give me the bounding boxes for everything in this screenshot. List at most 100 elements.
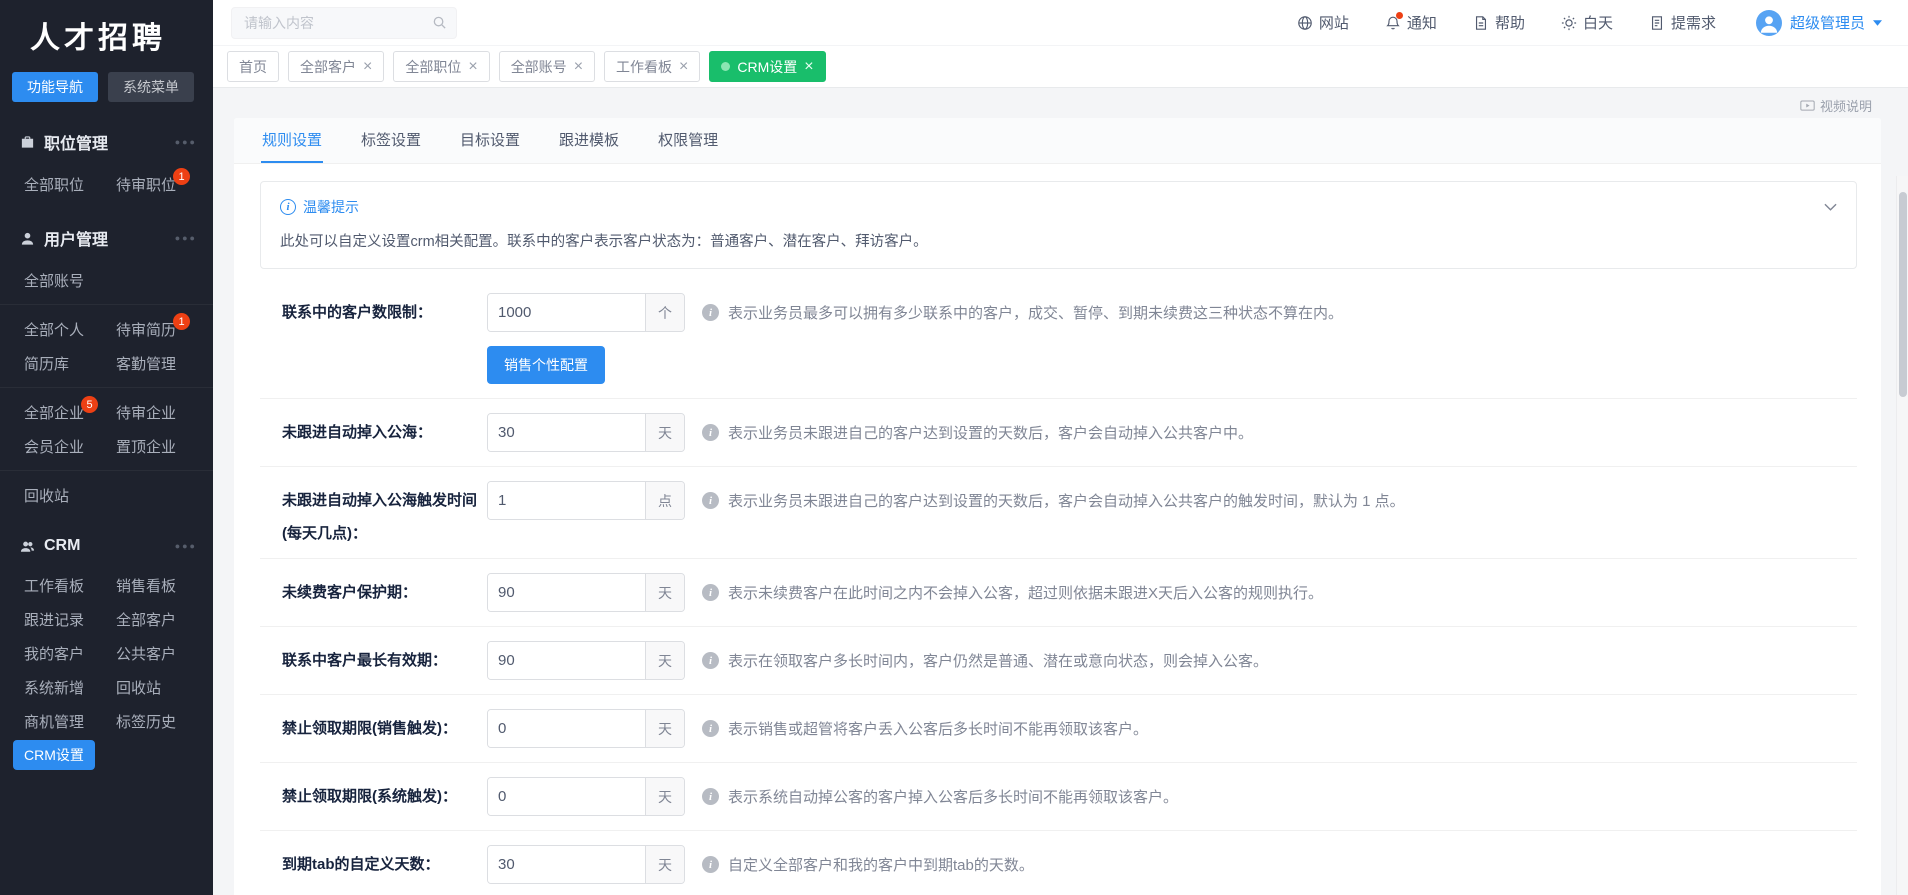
search-icon[interactable] [432, 15, 447, 30]
settings-tab[interactable]: 目标设置 [459, 118, 521, 163]
sidebar-item[interactable]: 全部客户 [116, 602, 213, 636]
user-menu[interactable]: 超级管理员 [1755, 9, 1882, 36]
close-tab-icon[interactable]: × [363, 58, 372, 75]
field-input[interactable] [488, 846, 645, 883]
chevron-down-icon[interactable] [1824, 203, 1837, 211]
section-title: 用户管理 [44, 232, 109, 249]
open-pages-tabbar: 首页 全部客户 × 全部职位 × 全部账号 × 工作看板 × CRM设置 × [213, 46, 1908, 88]
topbar-actions: 网站 通知 帮助 白天 提需求 [1297, 11, 1716, 33]
sidebar-item[interactable]: 待审简历 1 [116, 312, 213, 346]
app-window: 人才招聘 功能导航 系统菜单 职位管理 ●●● 全部职位 待审职位 1 用户管理 ●●● 全部账… [0, 0, 1908, 895]
section-more-icon[interactable]: ●●● [175, 137, 197, 147]
field-label: 联系中的客户数限制： [282, 304, 433, 321]
sidebar-item[interactable]: 客勤管理 [116, 346, 213, 380]
settings-tab[interactable]: 跟进模板 [558, 118, 620, 163]
unit-suffix: 天 [645, 846, 684, 883]
close-tab-icon[interactable]: × [804, 58, 813, 75]
topbar-action-1[interactable]: 通知 [1385, 11, 1437, 33]
sidebar-item[interactable]: 跟进记录 [24, 602, 116, 636]
sidebar-item[interactable]: 回收站 [116, 670, 213, 704]
close-tab-icon[interactable]: × [679, 58, 688, 75]
field-input[interactable] [488, 414, 645, 451]
close-tab-icon[interactable]: × [574, 58, 583, 75]
sidebar-group: 全部账号 [0, 256, 213, 305]
sidebar-section-header[interactable]: 职位管理 ●●● [0, 122, 213, 160]
sidebar-item[interactable]: 销售看板 [116, 568, 213, 602]
scrollbar[interactable] [1896, 176, 1908, 895]
topbar-action-4[interactable]: 提需求 [1649, 12, 1716, 33]
close-tab-icon[interactable]: × [468, 58, 477, 75]
sidebar-item[interactable]: 置顶企业 [116, 429, 213, 463]
field-input[interactable] [488, 574, 645, 611]
section-more-icon[interactable]: ●●● [175, 541, 197, 551]
field-line: 点 i 表示业务员未跟进自己的客户达到设置的天数后，客户会自动掉入公共客户的触发时间… [487, 481, 1857, 520]
sidebar-section-header[interactable]: CRM ●●● [0, 529, 213, 561]
field-input-group: 个 [487, 293, 685, 332]
field-label: 禁止领取期限(系统触发)： [282, 788, 457, 805]
sidebar-section-header[interactable]: 用户管理 ●●● [0, 218, 213, 256]
open-page-tab[interactable]: 全部账号 × [498, 51, 596, 82]
sidebar-item[interactable]: 标签历史 [116, 704, 213, 738]
sidebar-item[interactable]: 全部企业 5 [24, 395, 116, 429]
sidebar-item[interactable]: 回收站 [24, 478, 116, 512]
sidebar-item[interactable]: 我的客户 [24, 636, 116, 670]
sidebar-item[interactable]: 全部个人 [24, 312, 116, 346]
topbar-action-label: 网站 [1318, 15, 1349, 32]
field-hint: 表示业务员最多可以拥有多少联系中的客户，成交、暂停、到期未续费这三种状态不算在内… [728, 305, 1344, 322]
tab-label: 全部客户 [300, 58, 356, 75]
scrollbar-thumb[interactable] [1899, 192, 1907, 397]
sidebar-item[interactable]: 待审企业 [116, 395, 213, 429]
sidebar-group: 全部职位 待审职位 1 [0, 160, 213, 208]
sidebar-item[interactable]: 简历库 [24, 346, 116, 380]
sidebar-item[interactable]: CRM设置 [13, 738, 116, 772]
field-input[interactable] [488, 642, 645, 679]
sidebar-item-label: 回收站 [24, 487, 70, 505]
topbar-action-2[interactable]: 帮助 [1473, 12, 1525, 33]
field-input[interactable] [488, 294, 645, 331]
sidebar-item[interactable]: 系统新增 [24, 670, 116, 704]
open-page-tab[interactable]: 工作看板 × [604, 51, 701, 82]
field-input-group: 点 [487, 481, 685, 520]
field-input[interactable] [488, 778, 645, 815]
video-link-label: 视频说明 [1819, 99, 1872, 114]
form-row: 未跟进自动掉入公海： 天 i 表示业务员未跟进自己的客户达到设置的天数后，客户会自动掉… [260, 399, 1857, 467]
global-search [231, 6, 457, 39]
settings-tab[interactable]: 权限管理 [657, 118, 719, 163]
sidebar-item-label: 全部企业 [24, 404, 85, 422]
sidebar-item[interactable]: 待审职位 1 [116, 167, 213, 201]
sidebar-item-label: 系统新增 [24, 679, 85, 697]
sidebar-item[interactable]: 公共客户 [116, 636, 213, 670]
sidebar-item-label: 全部职位 [24, 176, 85, 194]
users-icon [20, 539, 35, 554]
sidebar-item-label: 回收站 [116, 679, 162, 697]
field-line: 个 i 表示业务员最多可以拥有多少联系中的客户，成交、暂停、到期未续费这三种状态不算… [487, 293, 1857, 332]
sidebar-item[interactable]: 会员企业 [24, 429, 116, 463]
topbar-action-0[interactable]: 网站 [1297, 12, 1349, 33]
sidebar-item-label: 置顶企业 [116, 438, 177, 456]
field-input[interactable] [488, 482, 645, 519]
sidebar-mode-tab[interactable]: 功能导航 [12, 72, 98, 102]
sidebar-item[interactable]: 全部职位 [24, 167, 116, 201]
sidebar-item[interactable]: 商机管理 [24, 704, 116, 738]
sidebar-item-label: 全部账号 [24, 272, 85, 290]
open-page-tab[interactable]: 全部客户 × [288, 51, 385, 82]
search-input[interactable] [231, 6, 457, 39]
field-main: 天 i 表示在领取客户多长时间内，客户仍然是普通、潜在或意向状态，则会掉入公客。 [487, 641, 1857, 680]
open-page-tab[interactable]: CRM设置 × [709, 51, 826, 82]
caret-down-icon [1873, 19, 1882, 26]
topbar-action-3[interactable]: 白天 [1561, 12, 1613, 33]
sales-config-button[interactable]: 销售个性配置 [487, 346, 605, 384]
info-icon: i [702, 652, 719, 669]
sidebar-item[interactable]: 全部账号 [24, 263, 116, 297]
open-page-tab[interactable]: 首页 [227, 51, 279, 82]
video-icon [1800, 100, 1815, 112]
video-help-link[interactable]: 视频说明 [1800, 96, 1872, 115]
field-input[interactable] [488, 710, 645, 747]
settings-tab[interactable]: 规则设置 [261, 118, 324, 163]
sidebar-item-label: 全部个人 [24, 321, 85, 339]
section-more-icon[interactable]: ●●● [175, 233, 197, 243]
open-page-tab[interactable]: 全部职位 × [393, 51, 490, 82]
settings-tab[interactable]: 标签设置 [360, 118, 422, 163]
sidebar-mode-tab[interactable]: 系统菜单 [108, 72, 194, 102]
sidebar-item[interactable]: 工作看板 [24, 568, 116, 602]
